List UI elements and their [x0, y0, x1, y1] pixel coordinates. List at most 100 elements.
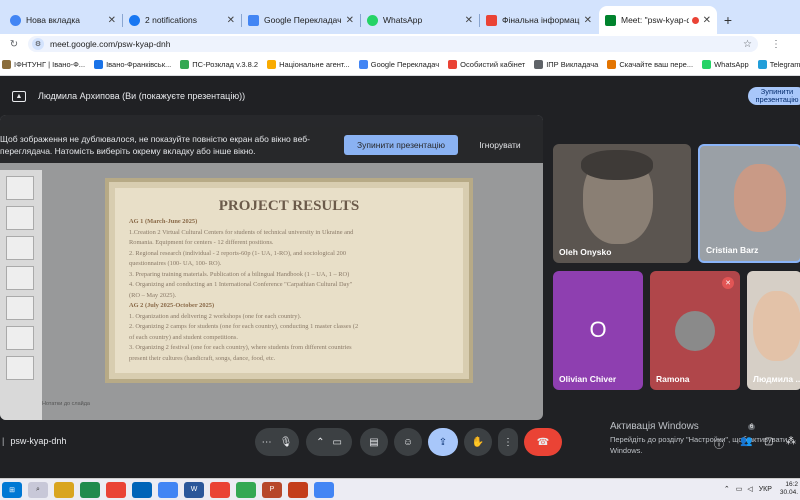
tab-meet[interactable]: Meet: "psw-kyap-dnh" ✕ [599, 6, 717, 34]
tab-favicon-icon [10, 14, 21, 26]
tab-label: Meet: "psw-kyap-dnh" [621, 15, 689, 25]
bookmark-item[interactable]: Національне агент... [267, 60, 350, 69]
stop-presenting-button[interactable]: Зупинити презентацію [344, 135, 458, 155]
slide-line: 1. Organization and delivering 2 worksho… [129, 312, 302, 320]
chrome-profile-icon[interactable] [210, 481, 230, 498]
chrome-profile2-icon[interactable] [236, 481, 256, 498]
bookmark-item[interactable]: Telegram [757, 60, 800, 69]
powerpoint-icon[interactable]: P [262, 481, 282, 498]
start-icon[interactable]: ⊞ [2, 481, 22, 498]
more-vert-icon: ⋮ [503, 436, 513, 448]
close-tab-icon[interactable]: ✕ [227, 15, 235, 26]
participant-video [753, 291, 800, 361]
system-tray: ⌃ ▭ ◁ УКР 16:2 30.04. [724, 481, 798, 497]
tab-notifications[interactable]: 2 notifications ✕ [123, 6, 242, 34]
activities-icon[interactable]: ⁂ [786, 436, 796, 447]
tab-final-info[interactable]: Фінальна інформація для ✕ [480, 6, 598, 34]
facebook-icon [129, 14, 140, 26]
clock[interactable]: 16:2 30.04. [780, 481, 798, 497]
edge-icon[interactable] [80, 481, 100, 498]
chrome-icon[interactable] [106, 481, 126, 498]
tab-new-tab[interactable]: Нова вкладка ✕ [4, 6, 123, 34]
participant-tile-self[interactable]: Людмила ... [747, 271, 800, 390]
bookmark-item[interactable]: ПС-Розклад v.3.8.2 [180, 60, 258, 69]
bookmark-item[interactable]: Особистий кабінет [448, 60, 525, 69]
language-indicator[interactable]: УКР [759, 486, 772, 493]
tab-label: 2 notifications [145, 15, 197, 25]
chrome-app-icon[interactable] [158, 481, 178, 498]
slide-line: 3. Preparing training materials. Publica… [129, 270, 350, 278]
reactions-button[interactable]: ☺ [394, 428, 422, 456]
bookmark-item[interactable]: Скачайте ваш пере... [607, 60, 693, 69]
slide-line: 2. Organizing 2 camps for students (one … [129, 323, 359, 330]
chrome-profile3-icon[interactable] [314, 481, 334, 498]
present-now-button[interactable]: ⇪ [428, 428, 458, 456]
reload-icon[interactable]: ↻ [6, 39, 22, 50]
word-icon[interactable]: W [184, 481, 204, 498]
close-tab-icon[interactable]: ✕ [703, 15, 711, 26]
bookmark-label: Національне агент... [279, 60, 350, 69]
bookmark-label: Google Перекладач [370, 60, 440, 69]
bookmark-item[interactable]: Google Перекладач [358, 60, 440, 69]
raise-hand-button[interactable]: ✋ [464, 428, 492, 456]
bookmark-favicon-icon [757, 60, 767, 69]
info-icon[interactable]: ⓘ [714, 436, 724, 451]
participant-name: Ramona [656, 374, 690, 384]
stop-presenting-top-button[interactable]: Зупинити презентацію [748, 87, 800, 105]
bookmark-item[interactable]: ІПР Викладача [534, 60, 598, 69]
slide-thumbnails [0, 170, 42, 420]
bookmark-star-icon[interactable]: ☆ [743, 39, 752, 50]
search-icon[interactable]: ⌕ [28, 481, 48, 498]
slide-thumbnail [6, 296, 34, 320]
network-icon[interactable]: ▭ [736, 485, 743, 493]
participant-tile-oleh[interactable]: Oleh Onysko [553, 144, 691, 263]
bookmark-favicon-icon [358, 60, 368, 69]
chevron-up-icon: ⌃ [316, 436, 325, 448]
ignore-button[interactable]: Ігнорувати [470, 135, 530, 155]
site-info-icon[interactable]: ⚙ [32, 38, 44, 50]
tray-chevron-icon[interactable]: ⌃ [724, 485, 730, 493]
bookmark-item[interactable]: ІФНТУНГ | Івано-Ф... [2, 60, 85, 69]
participant-tile-olivian[interactable]: O Olivian Chiver [553, 271, 643, 390]
slide-line: 4. Organizing and conducting an 1 Intern… [129, 281, 353, 288]
more-options-button[interactable]: ⋮ [498, 428, 518, 456]
bookmark-item[interactable]: WhatsApp [702, 60, 749, 69]
omnibox[interactable]: ⚙ meet.google.com/psw-kyap-dnh ☆ [28, 36, 758, 52]
close-tab-icon[interactable]: ✕ [108, 15, 116, 26]
tab-whatsapp[interactable]: WhatsApp ✕ [361, 6, 480, 34]
file-explorer-icon[interactable] [54, 481, 74, 498]
outlook-icon[interactable] [132, 481, 152, 498]
acrobat-icon[interactable] [288, 481, 308, 498]
tab-label: Нова вкладка [26, 15, 80, 25]
bookmark-favicon-icon [180, 60, 190, 69]
mic-off-icon: ✕ [722, 277, 734, 289]
bookmark-label: ІПР Викладача [546, 60, 599, 69]
participant-tile-ramona[interactable]: ✕ Ramona [650, 271, 740, 390]
close-tab-icon[interactable]: ✕ [346, 15, 354, 26]
profile-icon[interactable]: ⋮ [768, 39, 784, 50]
leave-call-button[interactable]: ☎ [524, 428, 562, 456]
bookmark-item[interactable]: Івано-Франківськ... [94, 60, 171, 69]
slide-line: questionnaires (100- UA, 100- RO). [129, 260, 222, 267]
avatar [675, 311, 715, 351]
chat-icon[interactable]: ▢ [764, 436, 773, 447]
new-tab-button[interactable]: + [718, 6, 738, 34]
participant-tile-cristian[interactable]: Cristian Barz [698, 144, 800, 263]
recording-dot-icon [691, 16, 699, 24]
captions-button[interactable]: ▤ [360, 428, 388, 456]
google-translate-icon [248, 14, 259, 26]
separator: | [2, 436, 5, 446]
bookmark-label: ПС-Розклад v.3.8.2 [192, 60, 259, 69]
close-tab-icon[interactable]: ✕ [465, 15, 473, 26]
people-icon[interactable]: 👥 [740, 436, 752, 447]
video-settings-button[interactable]: ⌃ ▭ [306, 428, 352, 456]
bookmark-label: WhatsApp [714, 60, 749, 69]
bookmark-favicon-icon [267, 60, 277, 69]
participant-hair [581, 150, 653, 180]
present-screen-icon: ▲ [12, 90, 26, 102]
tab-google-translate[interactable]: Google Перекладач ✕ [242, 6, 361, 34]
audio-settings-button[interactable]: ⋯ 🎙 [255, 428, 299, 456]
close-tab-icon[interactable]: ✕ [584, 15, 592, 26]
slide-thumbnail [6, 206, 34, 230]
volume-icon[interactable]: ◁ [747, 485, 752, 493]
